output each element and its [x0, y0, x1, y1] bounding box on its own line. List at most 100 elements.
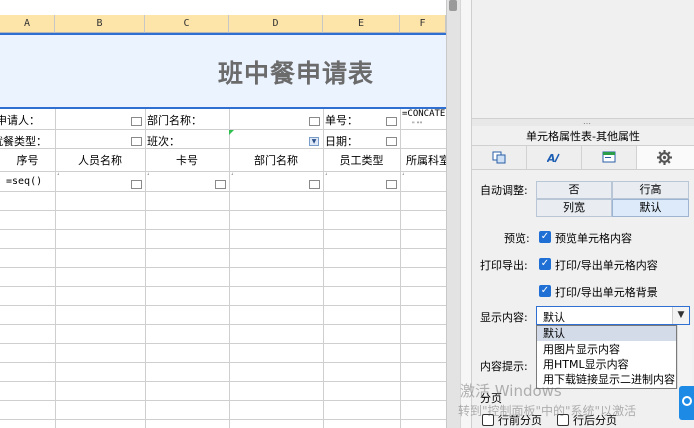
- row-line: [0, 248, 446, 249]
- display-content-label: 显示内容:: [480, 311, 528, 324]
- sheet-title: 班中餐申请表: [218, 59, 375, 88]
- cell-dropdown-icon[interactable]: [309, 180, 320, 189]
- grip-icon: …: [583, 117, 592, 126]
- order-number-label: 单号：: [325, 114, 358, 127]
- header-employee-type: 员工类型: [339, 154, 384, 167]
- panel-upper-area: [472, 0, 694, 118]
- spreadsheet-area[interactable]: A B C D E F 班中餐申请表 申请人： 部门名称： 单号： =CONCA…: [0, 0, 446, 428]
- auto-adjust-label: 自动调整:: [480, 184, 528, 197]
- formula-cell[interactable]: =CONCATE: [402, 109, 445, 119]
- panel-splitter[interactable]: …: [472, 117, 694, 126]
- row-line: [0, 400, 446, 401]
- row-line: [0, 210, 446, 211]
- header-serial: 序号: [16, 154, 39, 167]
- print-background-label[interactable]: 打印/导出单元格背景: [555, 284, 658, 300]
- row-line: [0, 381, 446, 382]
- title-cell[interactable]: 班中餐申请表: [0, 35, 446, 108]
- option-html[interactable]: 用HTML显示内容: [537, 357, 676, 372]
- row-line: [0, 362, 446, 363]
- row-line: [0, 324, 446, 325]
- row-line: [0, 191, 446, 192]
- cell-mark: ꜜ: [402, 172, 405, 179]
- seq-formula-cell[interactable]: =seq(): [6, 176, 42, 187]
- display-content-select[interactable]: 默认 ▼: [536, 306, 690, 325]
- dept-label: 部门名称：: [147, 114, 202, 127]
- option-default[interactable]: 默认: [537, 326, 676, 341]
- tab-display[interactable]: [582, 146, 637, 169]
- auto-adjust-no[interactable]: 否: [536, 181, 612, 199]
- shift-label: 班次：: [147, 135, 180, 148]
- selection-border: [0, 107, 446, 109]
- print-content-label[interactable]: 打印/导出单元格内容: [555, 257, 658, 273]
- header-person-name: 人员名称: [78, 154, 122, 167]
- cell-comment-marker: [229, 130, 234, 135]
- auto-adjust-default[interactable]: 默认: [612, 199, 689, 217]
- column-header-bar: A B C D E F: [0, 0, 446, 33]
- dropdown-arrow-icon[interactable]: ▼: [309, 137, 319, 146]
- print-background-checkbox[interactable]: ✓: [539, 285, 551, 297]
- cell-dropdown-icon[interactable]: [386, 137, 397, 146]
- property-tabs: A: [472, 146, 694, 170]
- cell-dropdown-icon[interactable]: [131, 117, 142, 126]
- auto-adjust-row-height[interactable]: 行高: [612, 181, 689, 199]
- cell-dropdown-icon[interactable]: [131, 180, 142, 189]
- cell-dropdown-icon[interactable]: [131, 137, 142, 146]
- row-line: [0, 305, 446, 306]
- header-card-number: 卡号: [176, 154, 198, 167]
- chat-icon: [682, 396, 692, 406]
- meal-type-label: 就餐类型：: [0, 135, 47, 148]
- content-tip-label: 内容提示:: [480, 360, 528, 373]
- applicant-label: 申请人：: [0, 114, 40, 127]
- column-header-d[interactable]: D: [229, 15, 323, 33]
- cell-dropdown-icon[interactable]: [215, 180, 226, 189]
- display-content-value: 默认: [543, 311, 565, 324]
- row-line: [0, 129, 446, 130]
- windows-activation-watermark: 激活 Windows: [460, 382, 562, 400]
- windows-activation-hint: 转到"控制面板"中的"系统"以激活: [458, 404, 637, 418]
- row-line: [0, 286, 446, 287]
- font-style-icon: A: [547, 152, 560, 164]
- row-line: [0, 148, 446, 149]
- formula-mark: " "": [412, 121, 423, 128]
- column-header-a[interactable]: A: [0, 15, 55, 33]
- tab-font-style[interactable]: A: [527, 146, 582, 169]
- cell-dropdown-icon[interactable]: [386, 180, 397, 189]
- column-header-c[interactable]: C: [145, 15, 229, 33]
- scrollbar-thumb[interactable]: [449, 0, 457, 11]
- row-line: [0, 171, 446, 172]
- panel-divider[interactable]: [460, 0, 472, 428]
- chevron-down-icon[interactable]: ▼: [672, 307, 689, 324]
- auto-adjust-col-width[interactable]: 列宽: [536, 199, 612, 217]
- chat-assistant-button[interactable]: [679, 386, 694, 420]
- panel-title: 单元格属性表-其他属性: [472, 128, 694, 146]
- preview-label: 预览:: [504, 232, 530, 245]
- column-header-e[interactable]: E: [323, 15, 400, 33]
- options-scrollbar[interactable]: [677, 325, 692, 389]
- tab-copy-cells[interactable]: [472, 146, 527, 169]
- cell-dropdown-icon[interactable]: [309, 117, 320, 126]
- vertical-scrollbar[interactable]: [446, 0, 460, 428]
- print-content-checkbox[interactable]: ✓: [539, 258, 551, 270]
- cell-dropdown-icon[interactable]: [386, 117, 397, 126]
- tab-other-properties[interactable]: [637, 146, 694, 169]
- column-header-b[interactable]: B: [55, 15, 145, 33]
- option-image[interactable]: 用图片显示内容: [537, 342, 676, 357]
- row-line: [0, 419, 446, 420]
- cell-mark: ꜜ: [147, 172, 150, 179]
- cell-mark: ꜜ: [325, 172, 328, 179]
- preview-checkbox-label[interactable]: 预览单元格内容: [555, 230, 632, 246]
- copy-cells-icon: [492, 151, 506, 164]
- header-dept-name: 部门名称: [254, 154, 298, 167]
- column-header-f[interactable]: F: [400, 15, 446, 33]
- cell-mark: ꜜ: [231, 172, 234, 179]
- print-export-label: 打印导出:: [480, 259, 528, 272]
- header-section: 所属科室: [406, 154, 446, 167]
- date-label: 日期：: [325, 135, 358, 148]
- row-line: [0, 267, 446, 268]
- display-panel-icon: [602, 151, 616, 163]
- row-line: [0, 229, 446, 230]
- svg-text:A: A: [547, 152, 556, 164]
- row-line: [0, 343, 446, 344]
- preview-checkbox[interactable]: ✓: [539, 231, 551, 243]
- property-panel: … 单元格属性表-其他属性 A 自动调整: 否 行高 列宽 默认 预览: ✓ 预…: [458, 0, 694, 428]
